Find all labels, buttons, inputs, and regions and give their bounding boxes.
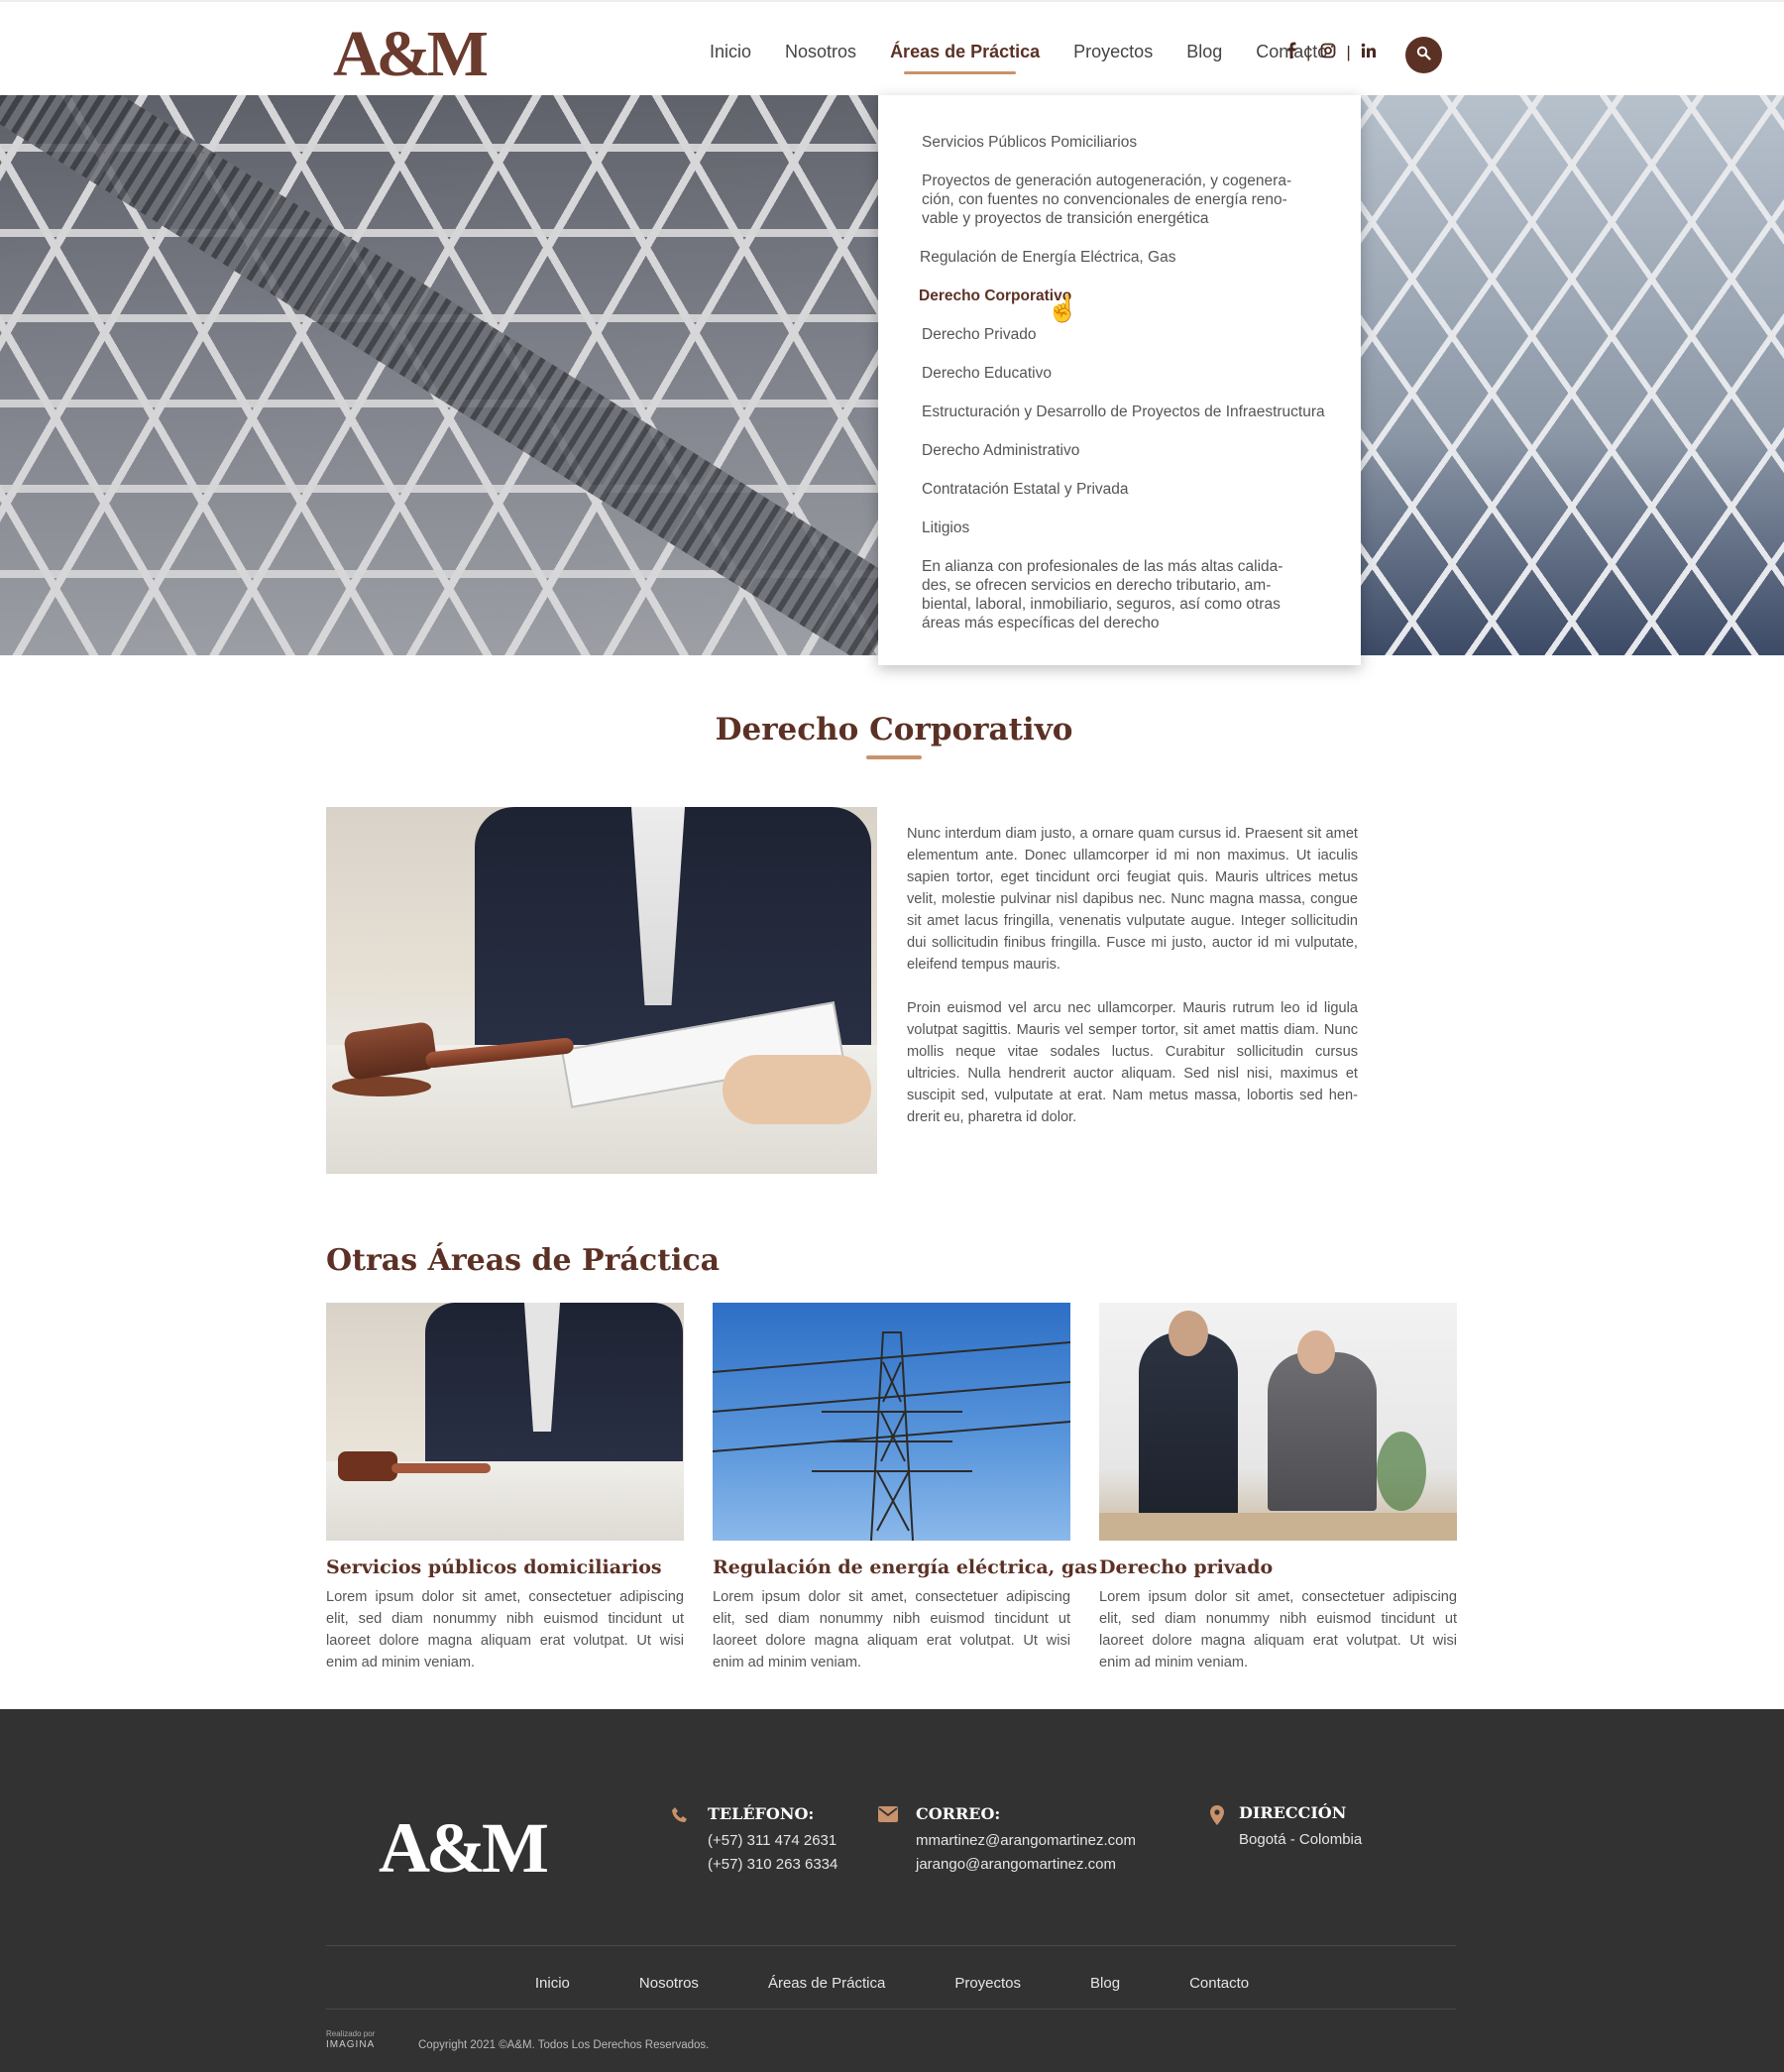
instagram-icon[interactable]	[1320, 43, 1336, 63]
dropdown-item[interactable]: Estructuración y Desarrollo de Proyectos…	[922, 403, 1348, 421]
email-label: CORREO:	[916, 1804, 1001, 1823]
main-content-text: Nunc interdum diam justo, a ornare quam …	[907, 823, 1358, 1150]
card-text: Lorem ipsum dolor sit amet, consectetuer…	[1099, 1589, 1457, 1670]
card-text: Lorem ipsum dolor sit amet, consectetuer…	[326, 1589, 684, 1670]
footer-nav-proyectos[interactable]: Proyectos	[954, 1975, 1021, 1992]
dropdown-item[interactable]: Derecho Administrativo	[922, 441, 1318, 460]
card-title[interactable]: Regulación de energía eléctrica, gas	[713, 1556, 1097, 1578]
made-by-brand: IMAGINA	[326, 2039, 376, 2050]
areas-dropdown-menu: Servicios Públicos Pomiciliarios Proyect…	[878, 95, 1361, 665]
phone-label: TELÉFONO:	[708, 1804, 815, 1823]
nav-nosotros[interactable]: Nosotros	[785, 42, 856, 62]
card-title[interactable]: Derecho privado	[1099, 1556, 1457, 1578]
lawyer-signing-image	[326, 807, 877, 1174]
phone-icon	[670, 1806, 690, 1826]
site-footer: A&M TELÉFONO: (+57) 311 474 2631 (+57) 3…	[0, 1709, 1784, 2072]
envelope-icon	[878, 1806, 898, 1826]
dropdown-item-active[interactable]: Derecho Corporativo	[919, 287, 1315, 305]
footer-divider	[326, 1945, 1456, 1946]
social-links: | |	[1286, 42, 1377, 63]
card-image-lawyer[interactable]	[326, 1303, 684, 1541]
footer-nav-nosotros[interactable]: Nosotros	[639, 1975, 699, 1992]
card-image-business-people[interactable]	[1099, 1303, 1457, 1541]
site-logo[interactable]: A&M	[333, 22, 489, 87]
dropdown-item[interactable]: Contratación Estatal y Privada	[922, 480, 1318, 499]
made-by-label: Realizado por	[326, 2029, 376, 2038]
dropdown-item[interactable]: Proyectos de generación autogeneración, …	[922, 172, 1313, 228]
dropdown-item[interactable]: Regulación de Energía Eléctrica, Gas	[920, 248, 1316, 267]
nav-inicio[interactable]: Inicio	[710, 42, 751, 62]
dropdown-item[interactable]: Derecho Privado	[922, 325, 1318, 344]
practice-card[interactable]: Derecho privado Lorem ipsum dolor sit am…	[1099, 1303, 1457, 1673]
nav-areas-de-practica[interactable]: Áreas de Práctica	[890, 42, 1040, 74]
footer-nav-contacto[interactable]: Contacto	[1189, 1975, 1249, 1992]
footer-nav: Inicio Nosotros Áreas de Práctica Proyec…	[0, 1975, 1784, 1992]
facebook-icon[interactable]	[1286, 42, 1296, 63]
footer-logo[interactable]: A&M	[379, 1812, 549, 1884]
nav-blog[interactable]: Blog	[1186, 42, 1222, 62]
main-nav: Inicio Nosotros Áreas de Práctica Proyec…	[710, 42, 1361, 74]
title-underline	[866, 755, 922, 759]
footer-phone: TELÉFONO: (+57) 311 474 2631 (+57) 310 2…	[672, 1804, 837, 1877]
gavel-base-shape	[332, 1077, 431, 1096]
copyright: Copyright 2021 ©A&M. Todos Los Derechos …	[418, 2039, 710, 2051]
card-image-power-tower[interactable]	[713, 1303, 1070, 1541]
footer-nav-areas[interactable]: Áreas de Práctica	[768, 1975, 885, 1992]
card-text: Lorem ipsum dolor sit amet, consectetuer…	[713, 1589, 1070, 1670]
social-separator: |	[1346, 43, 1351, 61]
made-by-credit[interactable]: Realizado por IMAGINA	[326, 2028, 375, 2050]
footer-nav-blog[interactable]: Blog	[1090, 1975, 1120, 1992]
paragraph: Proin euismod vel arcu nec ullamcorper. …	[907, 1000, 1358, 1125]
paragraph: Nunc interdum diam justo, a ornare quam …	[907, 826, 1358, 973]
hero-beam-decoration	[0, 95, 892, 655]
email-address[interactable]: jarango@arangomartinez.com	[916, 1853, 1136, 1877]
phone-number[interactable]: (+57) 311 474 2631	[708, 1829, 837, 1853]
dropdown-item[interactable]: Litigios	[922, 518, 1318, 537]
dropdown-item[interactable]: Derecho Educativo	[922, 364, 1318, 383]
map-pin-icon	[1207, 1805, 1227, 1825]
linkedin-icon[interactable]	[1361, 43, 1377, 63]
page-title: Derecho Corporativo	[715, 712, 1073, 748]
practice-card[interactable]: Regulación de energía eléctrica, gas Lor…	[713, 1303, 1097, 1673]
site-header: A&M Inicio Nosotros Áreas de Práctica Pr…	[0, 0, 1784, 95]
phone-number[interactable]: (+57) 310 263 6334	[708, 1853, 837, 1877]
footer-email: CORREO: mmartinez@arangomartinez.com jar…	[878, 1804, 1136, 1877]
social-separator: |	[1306, 43, 1311, 61]
address-label: DIRECCIÓN	[1239, 1803, 1347, 1822]
footer-address: DIRECCIÓN Bogotá - Colombia	[1210, 1803, 1363, 1852]
hand-shape	[723, 1055, 871, 1124]
search-icon	[1416, 46, 1431, 65]
hero-image-right	[1360, 95, 1784, 655]
other-areas-title: Otras Áreas de Práctica	[326, 1243, 721, 1278]
address-line: Bogotá - Colombia	[1239, 1831, 1363, 1848]
footer-divider	[326, 2009, 1456, 2010]
search-button[interactable]	[1405, 37, 1442, 73]
dropdown-item[interactable]: En alianza con profesionales de las más …	[922, 557, 1308, 633]
email-address[interactable]: mmartinez@arangomartinez.com	[916, 1829, 1136, 1853]
footer-nav-inicio[interactable]: Inicio	[535, 1975, 570, 1992]
dropdown-item[interactable]: Servicios Públicos Pomiciliarios	[922, 133, 1318, 152]
card-title[interactable]: Servicios públicos domiciliarios	[326, 1556, 684, 1578]
nav-proyectos[interactable]: Proyectos	[1073, 42, 1153, 62]
hand-cursor-icon: ☝	[1047, 293, 1079, 323]
practice-card[interactable]: Servicios públicos domiciliarios Lorem i…	[326, 1303, 684, 1673]
